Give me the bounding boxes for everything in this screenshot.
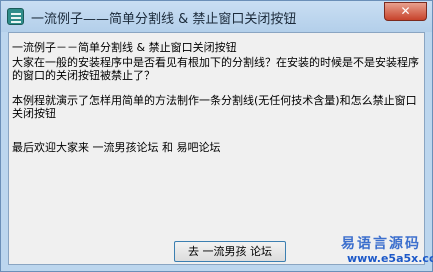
window-title: 一流例子——简单分割线 & 禁止窗口关闭按钮 bbox=[31, 12, 297, 27]
title-bar[interactable]: 一流例子——简单分割线 & 禁止窗口关闭按钮 ✕ bbox=[1, 1, 432, 32]
description-paragraph-2: 本例程就演示了怎样用简单的方法制作一条分割线(无任何技术含量)和怎么禁止窗口关闭… bbox=[12, 94, 417, 120]
watermark-title: 易语言源码 bbox=[341, 236, 421, 252]
close-button[interactable]: ✕ bbox=[384, 2, 427, 21]
goto-forum-button[interactable]: 去 一流男孩 论坛 bbox=[174, 241, 286, 262]
client-area: 一流例子－－简单分割线 & 禁止窗口关闭按钮 大家在一般的安装程序中是否看见有根… bbox=[8, 32, 425, 265]
watermark: 易语言源码 www.e5a5x.com bbox=[341, 233, 433, 269]
header-label: 一流例子－－简单分割线 & 禁止窗口关闭按钮 bbox=[12, 41, 237, 54]
app-window: 一流例子——简单分割线 & 禁止窗口关闭按钮 ✕ 一流例子－－简单分割线 & 禁… bbox=[0, 0, 433, 272]
app-icon bbox=[7, 8, 24, 25]
description-paragraph-1: 大家在一般的安装程序中是否看见有根加下的分割线？在安装的时候是不是安装程序的窗口… bbox=[12, 56, 419, 82]
welcome-text: 最后欢迎大家来 一流男孩论坛 和 易吧论坛 bbox=[12, 141, 221, 154]
watermark-url: www.e5a5x.com bbox=[347, 252, 433, 265]
